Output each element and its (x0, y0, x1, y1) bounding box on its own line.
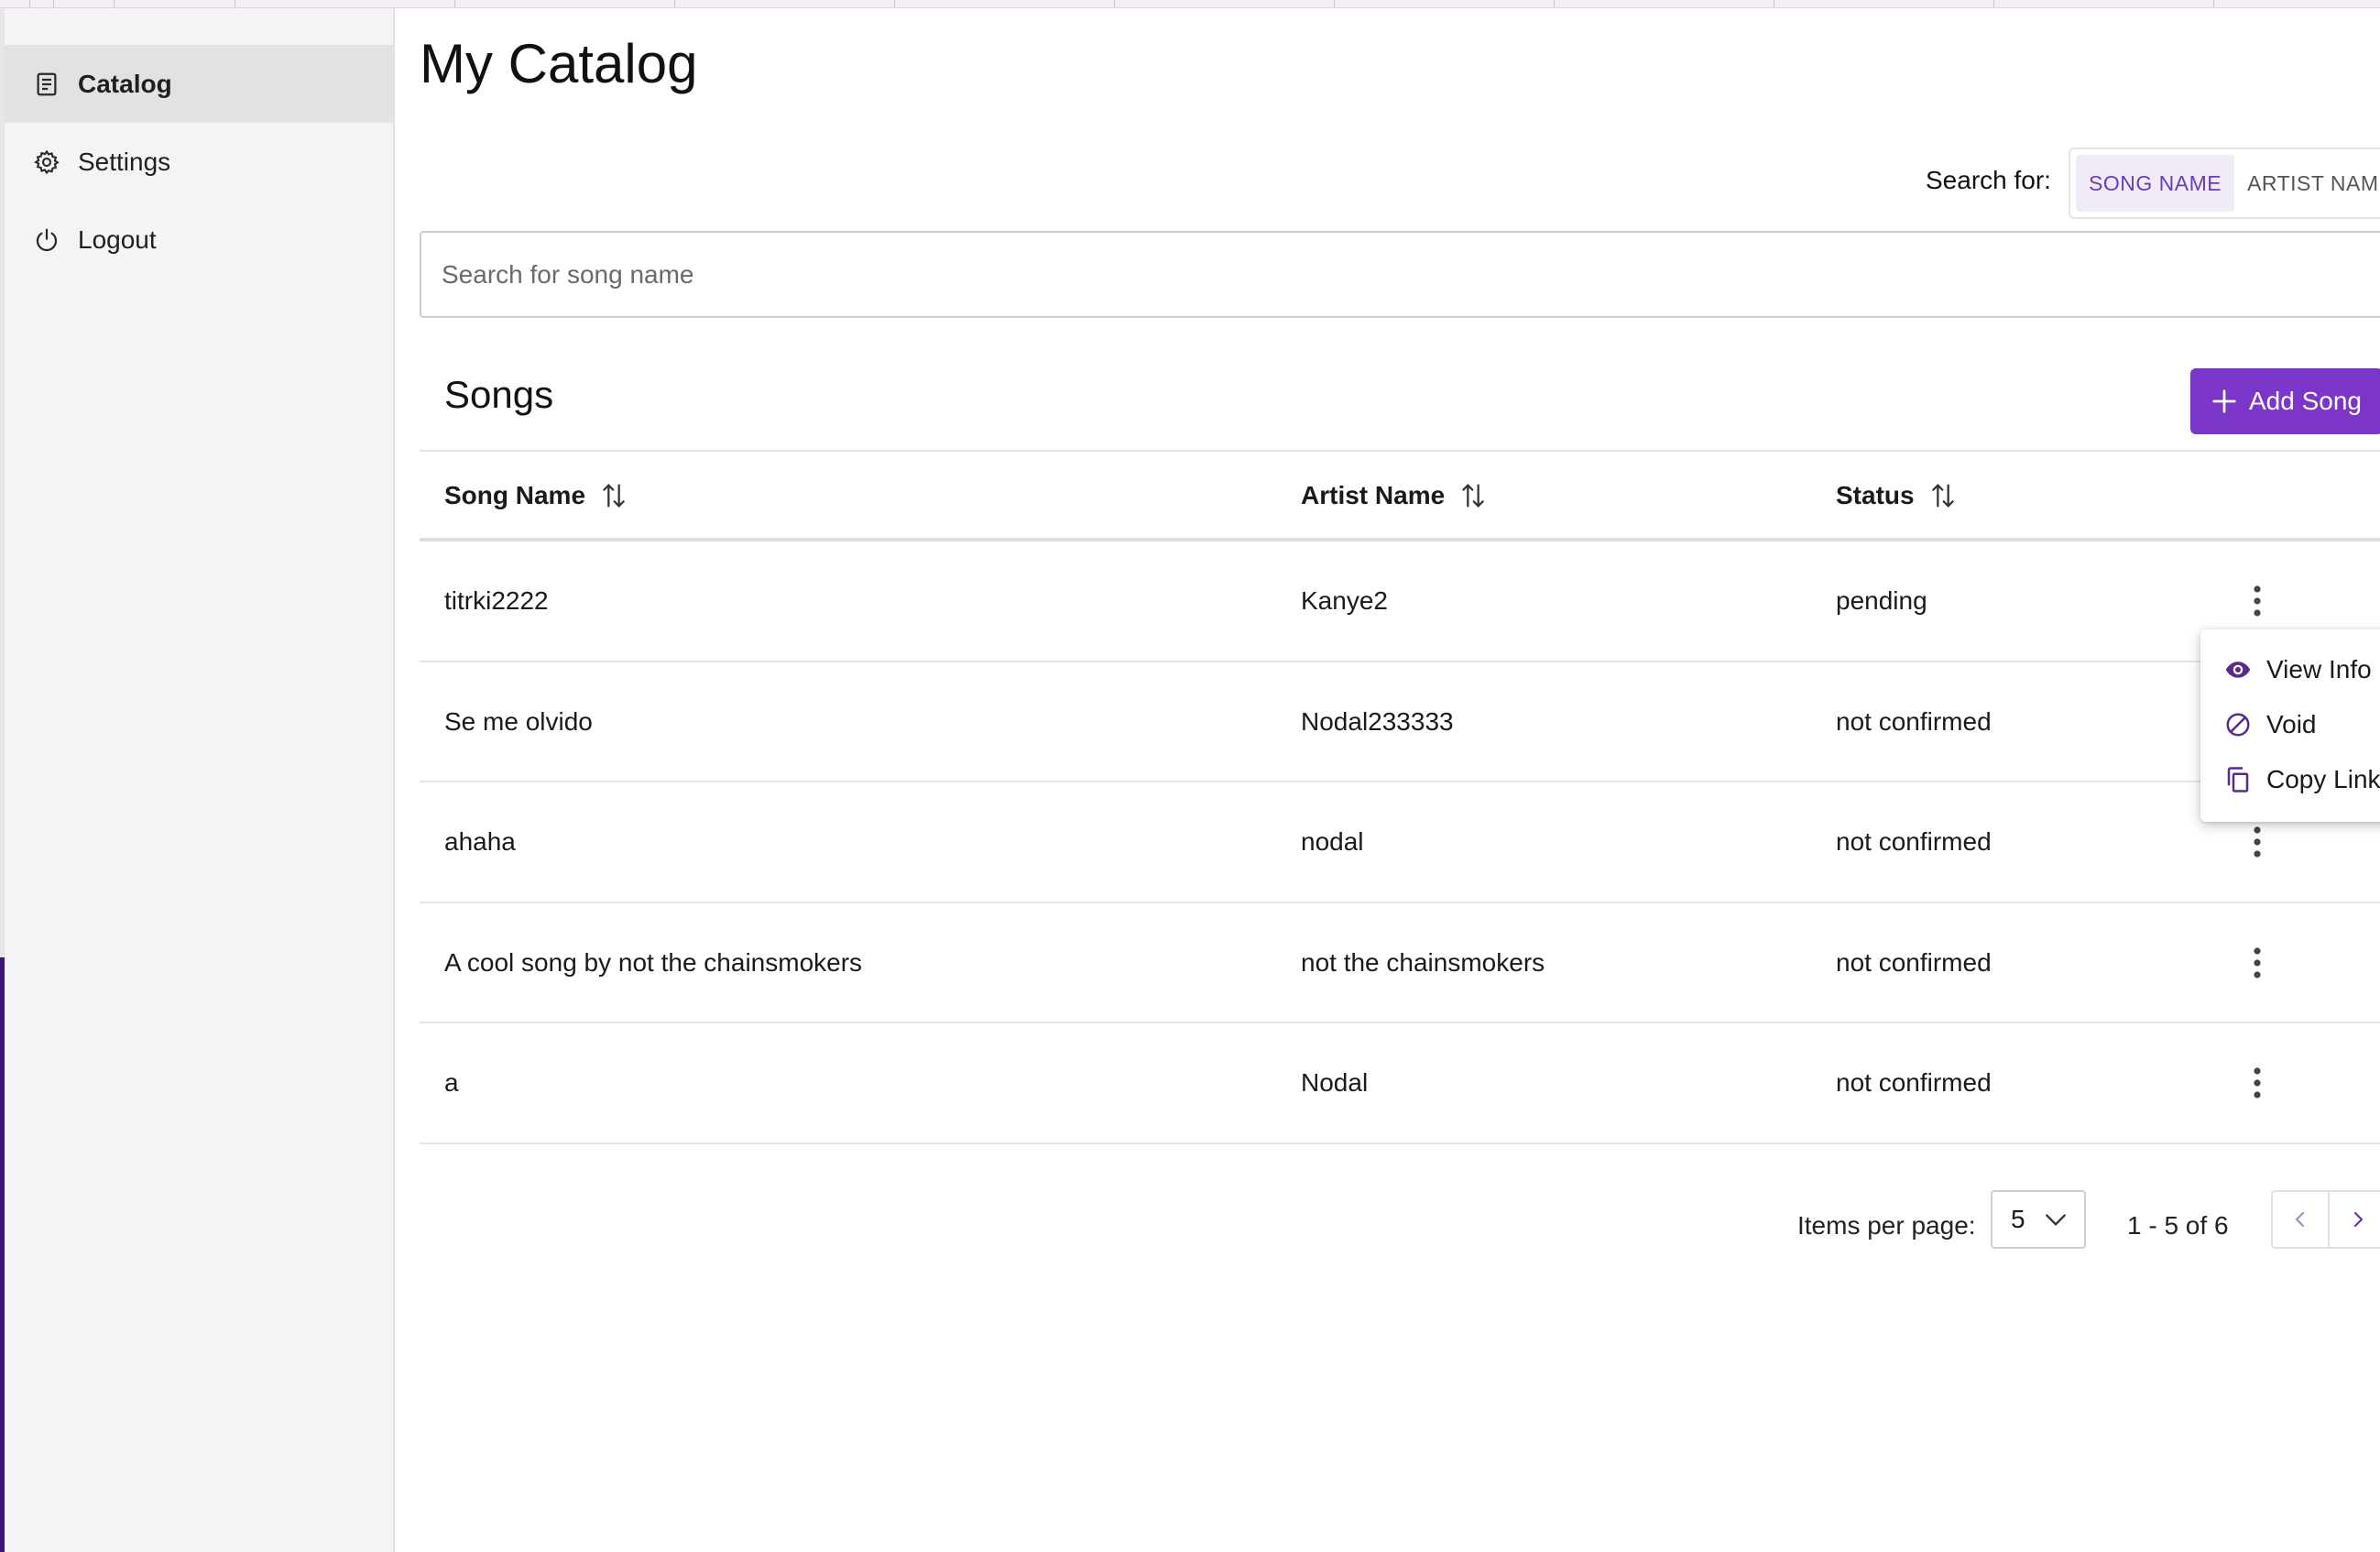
page-title: My Catalog (420, 33, 698, 94)
song-name-cell: A cool song by not the chainsmokers (444, 947, 863, 977)
copy-icon (2227, 767, 2249, 792)
menu-item-void[interactable]: Void (2200, 697, 2380, 752)
chevron-left-icon (2295, 1211, 2305, 1228)
browser-tab-strip (0, 0, 2380, 8)
column-header-label: Artist Name (1301, 481, 1446, 509)
artist-name-cell: Nodal233333 (1301, 706, 1454, 736)
column-header-label: Song Name (444, 481, 586, 509)
plus-icon (2212, 389, 2236, 413)
column-header-label: Status (1836, 481, 1915, 509)
sidebar-item-label: Catalog (78, 69, 172, 98)
pagination-range: 1 - 5 of 6 (2127, 1211, 2229, 1240)
items-per-page-select[interactable]: 5 (1991, 1190, 2086, 1249)
catalog-icon (32, 70, 61, 99)
table-row[interactable]: Se me olvido Nodal233333 not confirmed (420, 662, 2380, 782)
search-mode-toggle: SONG NAME ARTIST NAME (2069, 148, 2380, 219)
chevron-down-icon (2046, 1214, 2066, 1226)
status-cell: pending (1836, 586, 1927, 615)
menu-item-view-info[interactable]: View Info (2200, 642, 2380, 697)
status-cell: not confirmed (1836, 947, 1992, 977)
status-cell: not confirmed (1836, 1068, 1992, 1097)
menu-item-label: Void (2266, 710, 2317, 738)
menu-item-label: Copy Link (2266, 765, 2380, 793)
row-actions-button[interactable] (2236, 942, 2278, 984)
items-per-page-value: 5 (2011, 1205, 2025, 1233)
artist-name-cell: nodal (1301, 827, 1364, 856)
table-header: Song Name Artist Name Status (420, 450, 2380, 541)
items-per-page-label: Items per page: (1797, 1211, 1976, 1240)
main-content: My Catalog Search for: SONG NAME ARTIST … (395, 8, 2380, 1552)
artist-name-cell: not the chainsmokers (1301, 947, 1545, 977)
more-vert-icon (2254, 585, 2261, 617)
block-icon (2226, 713, 2250, 737)
eye-icon (2225, 661, 2251, 678)
status-cell: not confirmed (1836, 706, 1992, 736)
search-mode-song-name[interactable]: SONG NAME (2076, 155, 2235, 212)
column-header-status[interactable]: Status (1836, 452, 1959, 540)
app-root: Catalog Settings Logout My Catalog Searc… (0, 0, 2380, 1552)
search-input[interactable] (420, 231, 2380, 318)
sort-icon (1931, 484, 1954, 508)
song-name-cell: a (444, 1068, 459, 1097)
song-name-cell: Se me olvido (444, 706, 593, 736)
more-vert-icon (2254, 826, 2261, 858)
table-row[interactable]: titrki2222 Kanye2 pending (420, 541, 2380, 662)
row-actions-menu: View Info Void Copy Link (2200, 629, 2380, 822)
artist-name-cell: Nodal (1301, 1068, 1369, 1097)
power-icon (32, 225, 61, 255)
more-vert-icon (2254, 946, 2261, 978)
pagination-controls (2271, 1190, 2380, 1249)
sort-icon (1462, 484, 1484, 508)
table-row[interactable]: a Nodal not confirmed (420, 1023, 2380, 1144)
search-for-label: Search for: (1926, 166, 2051, 194)
row-actions-button[interactable] (2236, 821, 2278, 863)
column-header-artist-name[interactable]: Artist Name (1301, 452, 1489, 540)
table-row[interactable]: A cool song by not the chainsmokers not … (420, 903, 2380, 1023)
search-mode-artist-name[interactable]: ARTIST NAME (2234, 155, 2380, 212)
add-song-label: Add Song (2249, 387, 2362, 415)
chevron-right-icon (2353, 1211, 2364, 1228)
sidebar: Catalog Settings Logout (5, 8, 395, 1552)
songs-table: Song Name Artist Name Status titrki2222 … (420, 450, 2380, 1144)
section-title: Songs (444, 373, 554, 416)
menu-item-label: View Info (2266, 655, 2372, 683)
artist-name-cell: Kanye2 (1301, 586, 1388, 615)
more-vert-icon (2254, 1067, 2261, 1098)
previous-page-button[interactable] (2273, 1192, 2330, 1247)
song-name-cell: titrki2222 (444, 586, 549, 615)
row-actions-button[interactable] (2236, 580, 2278, 622)
sort-icon (603, 484, 625, 508)
row-actions-button[interactable] (2236, 1062, 2278, 1104)
sidebar-item-label: Logout (78, 224, 157, 254)
menu-item-copy-link[interactable]: Copy Link (2200, 752, 2380, 807)
status-cell: not confirmed (1836, 827, 1992, 856)
column-header-song-name[interactable]: Song Name (444, 452, 629, 540)
add-song-button[interactable]: Add Song (2190, 368, 2380, 434)
gear-icon (32, 148, 61, 177)
sidebar-item-settings[interactable]: Settings (5, 123, 393, 201)
song-name-cell: ahaha (444, 827, 516, 856)
sidebar-item-catalog[interactable]: Catalog (5, 45, 393, 123)
sidebar-item-label: Settings (78, 147, 171, 176)
table-row[interactable]: ahaha nodal not confirmed (420, 782, 2380, 903)
next-page-button[interactable] (2330, 1192, 2380, 1247)
sidebar-item-logout[interactable]: Logout (5, 201, 393, 279)
